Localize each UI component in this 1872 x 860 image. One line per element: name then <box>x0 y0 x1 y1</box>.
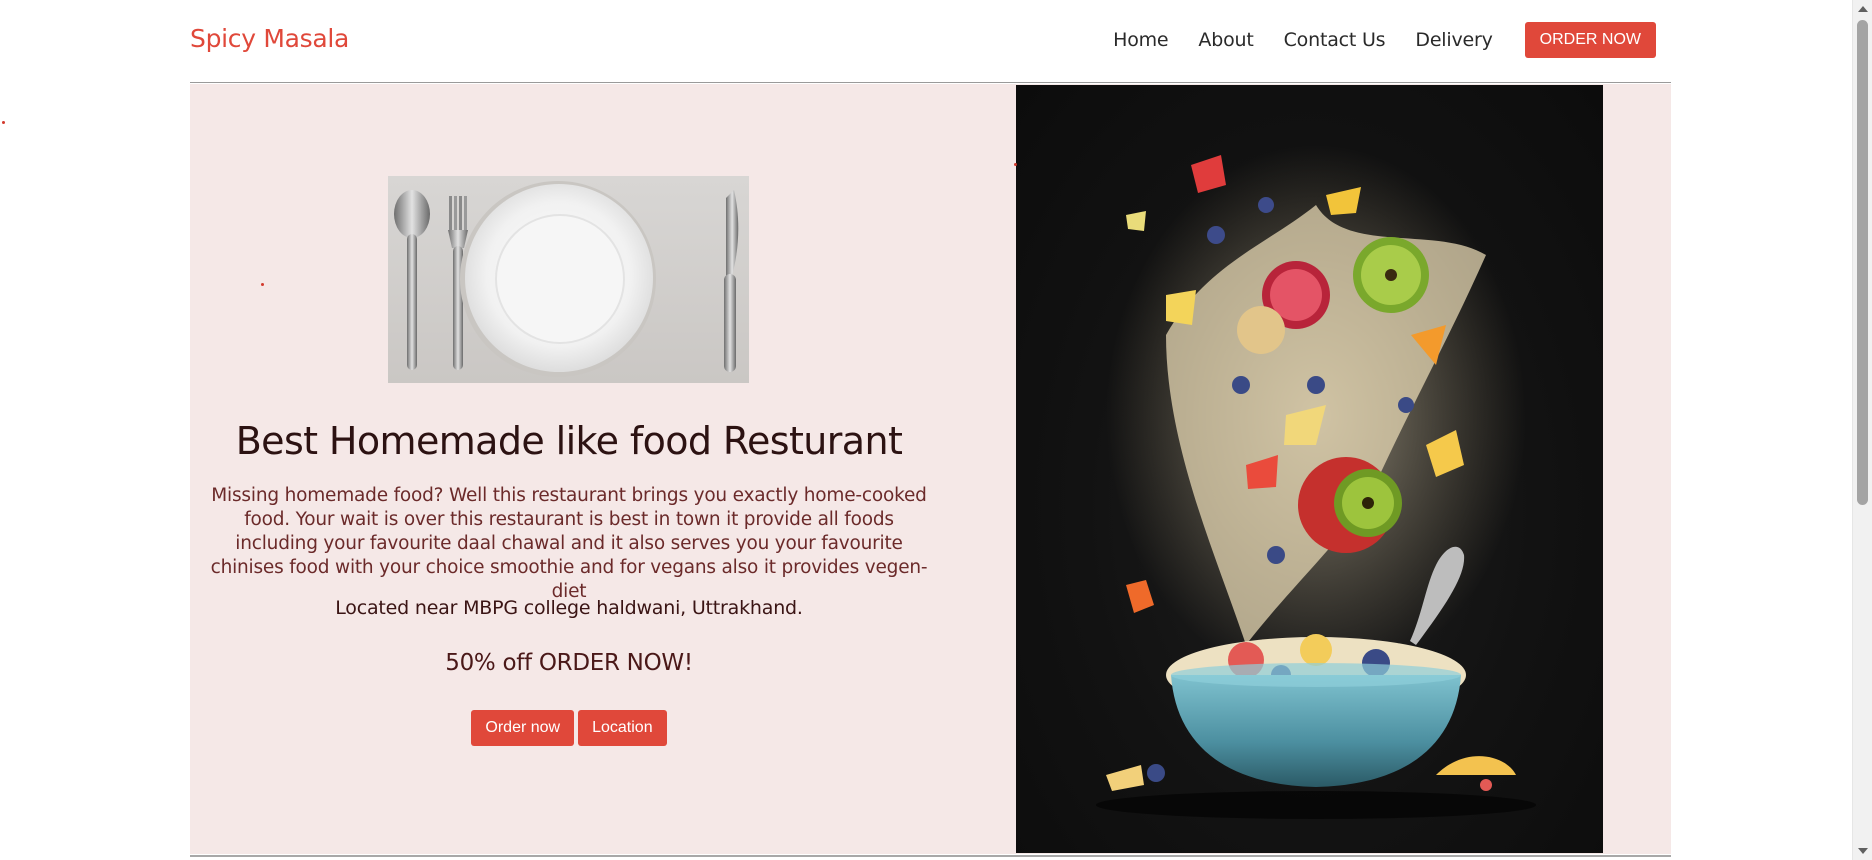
hero-text-column: Best Homemade like food Resturant Missin… <box>190 84 1016 854</box>
hero-section: Best Homemade like food Resturant Missin… <box>190 84 1671 854</box>
nav-home[interactable]: Home <box>1113 29 1169 51</box>
page-scrollbar[interactable] <box>1852 0 1872 860</box>
nav-delivery[interactable]: Delivery <box>1415 29 1492 51</box>
scrollbar-thumb[interactable] <box>1857 20 1868 505</box>
scroll-up-arrow-icon[interactable] <box>1858 6 1868 12</box>
scroll-down-arrow-icon[interactable] <box>1858 848 1868 854</box>
nav-about[interactable]: About <box>1198 29 1253 51</box>
brand-logo[interactable]: Spicy Masala <box>190 24 349 53</box>
decorative-dot <box>261 283 264 286</box>
nav-contact-us[interactable]: Contact Us <box>1284 29 1386 51</box>
fruit-splash-bowl-image <box>1016 85 1603 853</box>
hero-offer: 50% off ORDER NOW! <box>445 650 693 676</box>
hero-location: Located near MBPG college haldwani, Uttr… <box>335 597 803 619</box>
order-now-button[interactable]: ORDER NOW <box>1524 22 1656 58</box>
decorative-dot <box>2 121 5 124</box>
hero-title: Best Homemade like food Resturant <box>235 419 903 463</box>
hero-bottom-border <box>190 855 1671 857</box>
order-now-cta-button[interactable]: Order now <box>471 710 575 746</box>
page: Spicy Masala Home About Contact Us Deliv… <box>0 0 1872 860</box>
plate-cutlery-image <box>388 176 749 383</box>
hero-description: Missing homemade food? Well this restaur… <box>210 485 928 602</box>
decorative-dot <box>1014 163 1017 166</box>
location-button[interactable]: Location <box>578 710 667 746</box>
main-nav: Home About Contact Us Delivery ORDER NOW <box>1113 22 1656 58</box>
hero-cta-group: Order now Location <box>190 710 948 746</box>
site-header: Spicy Masala Home About Contact Us Deliv… <box>190 0 1671 83</box>
